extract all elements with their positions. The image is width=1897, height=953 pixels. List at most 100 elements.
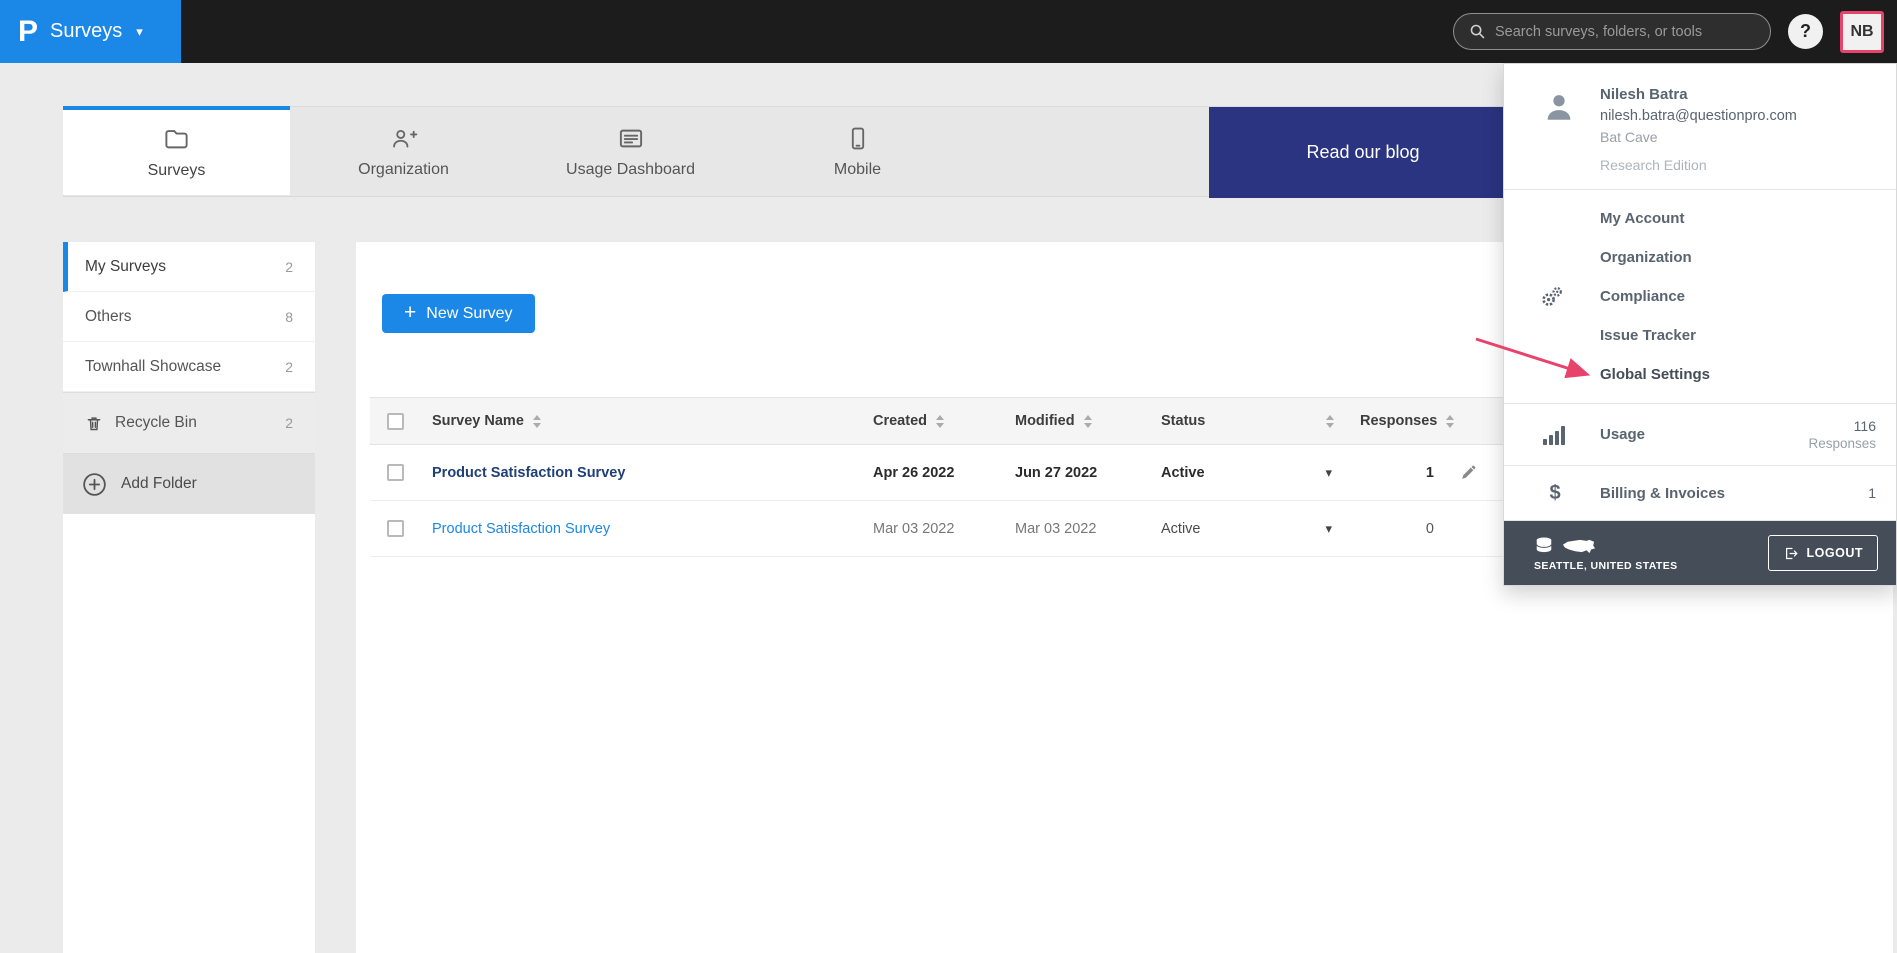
menu-item-usage[interactable]: Usage 116 Responses (1504, 404, 1896, 466)
status-value: Active (1161, 465, 1205, 481)
read-our-blog-button[interactable]: Read our blog (1209, 107, 1517, 198)
select-all-checkbox[interactable] (387, 413, 404, 430)
user-info-block: Nilesh Batra nilesh.batra@questionpro.co… (1504, 64, 1896, 190)
folder-count: 2 (285, 415, 293, 431)
folder-count: 2 (285, 259, 293, 275)
user-menu-list: My Account Organization Compliance Issue… (1504, 190, 1896, 404)
created-date: Apr 26 2022 (873, 465, 954, 481)
tab-label: Usage Dashboard (566, 161, 695, 179)
add-folder-label: Add Folder (121, 475, 197, 493)
table-row: Product Satisfaction Survey Apr 26 2022 … (370, 445, 1517, 501)
responses-count: 0 (1426, 521, 1434, 537)
menu-item-billing[interactable]: $ Billing & Invoices 1 (1504, 466, 1896, 521)
dashboard-card-icon (617, 125, 645, 152)
avatar-initials: NB (1850, 23, 1873, 41)
chevron-down-icon: ▾ (136, 24, 143, 40)
folder-icon (163, 126, 190, 153)
logout-label: LOGOUT (1807, 546, 1863, 560)
sort-icon[interactable] (1084, 415, 1092, 428)
tab-label: Surveys (148, 162, 206, 180)
questionpro-logo: P (18, 17, 38, 47)
status-dropdown[interactable]: Active ▾ (1149, 521, 1348, 537)
header-label: Survey Name (432, 413, 524, 429)
search-input[interactable] (1495, 24, 1755, 40)
header-status[interactable]: Status (1149, 413, 1348, 429)
header-modified[interactable]: Modified (1003, 413, 1149, 429)
add-folder-button[interactable]: Add Folder (63, 454, 315, 514)
modified-date: Jun 27 2022 (1015, 465, 1097, 481)
global-search[interactable] (1453, 13, 1771, 50)
menu-item-global-settings[interactable]: Global Settings (1504, 355, 1896, 394)
responses-count: 1 (1426, 465, 1434, 481)
datacenter-location: SEATTLE, UNITED STATES (1534, 560, 1678, 572)
help-button[interactable]: ? (1788, 14, 1823, 49)
edit-pencil-icon[interactable] (1460, 464, 1477, 481)
user-dropdown-menu: Nilesh Batra nilesh.batra@questionpro.co… (1503, 63, 1897, 586)
menu-item-label: Compliance (1600, 288, 1685, 305)
menu-item-issue-tracker[interactable]: Issue Tracker (1504, 316, 1896, 355)
phone-icon (845, 125, 871, 152)
menu-item-label: Global Settings (1600, 366, 1710, 383)
sort-icon[interactable] (1446, 415, 1454, 428)
folder-label: Recycle Bin (115, 414, 197, 432)
menu-item-my-account[interactable]: My Account (1504, 199, 1896, 238)
menu-item-label: Issue Tracker (1600, 327, 1696, 344)
usage-value: 116 Responses (1808, 418, 1876, 451)
people-add-icon (390, 125, 418, 152)
tab-mobile[interactable]: Mobile (744, 107, 971, 196)
product-name: Surveys (50, 20, 122, 43)
folder-label: Others (85, 308, 132, 326)
sort-icon[interactable] (533, 415, 541, 428)
status-value: Active (1161, 521, 1201, 537)
sidebar-item-townhall-showcase[interactable]: Townhall Showcase 2 (63, 342, 315, 392)
user-edition: Research Edition (1600, 157, 1797, 173)
chevron-down-icon: ▾ (1325, 521, 1348, 537)
logout-button[interactable]: LOGOUT (1768, 535, 1878, 571)
folders-sidebar: My Surveys 2 Others 8 Townhall Showcase … (63, 242, 315, 953)
header-label: Responses (1360, 413, 1437, 429)
tab-surveys[interactable]: Surveys (63, 106, 290, 195)
sidebar-item-my-surveys[interactable]: My Surveys 2 (63, 242, 315, 292)
sort-icon[interactable] (936, 415, 944, 428)
product-switcher[interactable]: P Surveys ▾ (0, 0, 181, 63)
usage-number: 116 (1808, 418, 1876, 434)
question-mark-icon: ? (1800, 21, 1811, 42)
new-survey-button[interactable]: + New Survey (382, 294, 535, 333)
menu-item-organization[interactable]: Organization (1504, 238, 1896, 277)
top-bar: P Surveys ▾ ? NB (0, 0, 1897, 63)
header-responses[interactable]: Responses (1348, 413, 1448, 429)
survey-name-link[interactable]: Product Satisfaction Survey (432, 521, 610, 537)
sidebar-item-recycle-bin[interactable]: Recycle Bin 2 (63, 393, 315, 454)
user-name: Nilesh Batra (1600, 86, 1797, 103)
folder-label: My Surveys (85, 258, 166, 276)
user-info-text: Nilesh Batra nilesh.batra@questionpro.co… (1600, 86, 1797, 173)
new-survey-label: New Survey (426, 305, 512, 323)
sort-icon[interactable] (1326, 415, 1334, 428)
tab-usage-dashboard[interactable]: Usage Dashboard (517, 107, 744, 196)
survey-name-link[interactable]: Product Satisfaction Survey (432, 465, 625, 481)
status-dropdown[interactable]: Active ▾ (1149, 465, 1348, 481)
header-label: Status (1161, 413, 1205, 429)
surveys-table: Survey Name Created Modified Status Resp… (370, 397, 1517, 557)
blog-button-label: Read our blog (1306, 142, 1419, 163)
billing-label: Billing & Invoices (1600, 485, 1725, 502)
chevron-down-icon: ▾ (1325, 465, 1348, 481)
tab-label: Mobile (834, 161, 881, 179)
row-checkbox-cell (370, 520, 420, 537)
add-circle-icon (81, 471, 108, 498)
menu-item-compliance[interactable]: Compliance (1504, 277, 1896, 316)
user-avatar-button[interactable]: NB (1840, 11, 1884, 53)
header-created[interactable]: Created (861, 413, 1003, 429)
dollar-icon: $ (1540, 482, 1570, 505)
bar-chart-icon (1540, 424, 1570, 446)
table-row: Product Satisfaction Survey Mar 03 2022 … (370, 501, 1517, 557)
row-checkbox[interactable] (387, 464, 404, 481)
trash-icon (85, 414, 103, 433)
header-survey-name[interactable]: Survey Name (420, 413, 861, 429)
row-checkbox[interactable] (387, 520, 404, 537)
user-email: nilesh.batra@questionpro.com (1600, 108, 1797, 124)
sidebar-item-others[interactable]: Others 8 (63, 292, 315, 342)
tab-organization[interactable]: Organization (290, 107, 517, 196)
created-date: Mar 03 2022 (873, 521, 954, 537)
menu-item-label: My Account (1600, 210, 1684, 227)
